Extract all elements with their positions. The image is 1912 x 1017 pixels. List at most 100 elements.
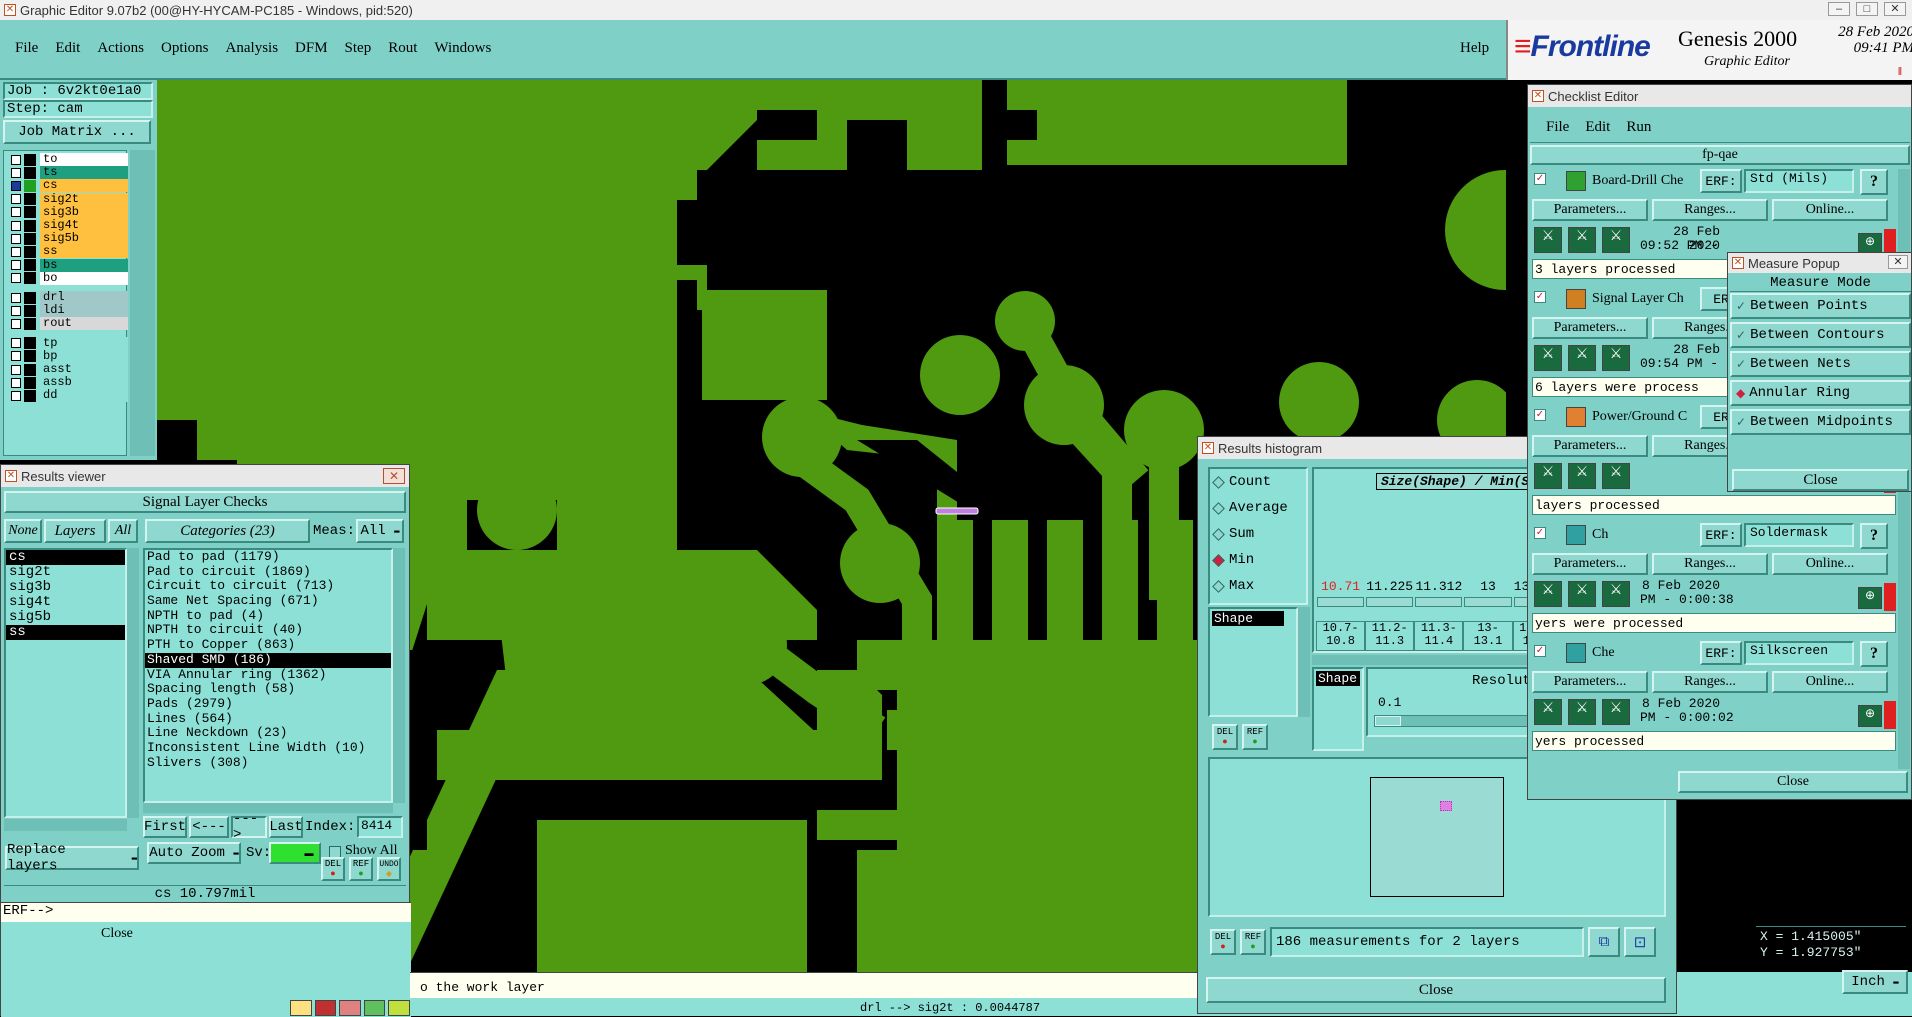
layer-checkbox[interactable] (11, 194, 21, 205)
minimize-button[interactable]: – (1828, 2, 1850, 16)
parameters-button[interactable]: Parameters... (1532, 435, 1648, 457)
mode-max-radio[interactable]: Max (1210, 573, 1306, 599)
layer-row-to[interactable]: to (8, 153, 128, 166)
layer-row-assb[interactable]: assb (8, 376, 128, 390)
run-action-icon[interactable]: ⚔ (1602, 699, 1630, 725)
sv-color-dropdown[interactable]: ▬ (269, 842, 321, 864)
layer-checkbox[interactable] (11, 273, 21, 284)
histogram-close-button[interactable]: Close (1206, 977, 1666, 1003)
checklist-menu-file[interactable]: File (1546, 119, 1569, 142)
shape-list[interactable]: Shape (1208, 607, 1298, 717)
run-action-icon[interactable]: ⚔ (1602, 463, 1630, 489)
measure-option-3[interactable]: ◆ Annular Ring (1730, 380, 1911, 406)
ref-button[interactable]: REF ● (349, 857, 373, 881)
layer-results-hscrollbar[interactable] (4, 819, 127, 831)
run-action-icon[interactable]: ⚔ (1602, 227, 1630, 253)
check-enabled-checkbox[interactable]: ✓ (1534, 645, 1546, 657)
help-menu[interactable]: Help (1460, 40, 1489, 57)
parameters-button[interactable]: Parameters... (1532, 671, 1648, 693)
measure-option-0[interactable]: ✓ Between Points (1730, 293, 1911, 319)
check-enabled-checkbox[interactable]: ✓ (1534, 291, 1546, 303)
menu-step[interactable]: Step (345, 40, 372, 57)
layer-row-bp[interactable]: bp (8, 349, 128, 363)
check-erf-value[interactable]: Soldermask (1744, 523, 1854, 547)
result-layer-item[interactable]: ss (6, 625, 125, 640)
menu-file[interactable]: File (15, 40, 38, 57)
check-erf-value[interactable]: Std (Mils) (1744, 169, 1854, 193)
category-item[interactable]: VIA Annular ring (1362) (145, 667, 391, 683)
category-item[interactable]: Spacing length (58) (145, 681, 391, 697)
menu-actions[interactable]: Actions (97, 40, 144, 57)
category-item[interactable]: Line Neckdown (23) (145, 726, 391, 741)
layer-checkbox[interactable] (11, 338, 21, 349)
ranges-button[interactable]: Ranges... (1652, 671, 1768, 693)
layer-row-drl[interactable]: drl (8, 291, 128, 304)
help-button[interactable]: ? (1860, 523, 1888, 549)
auto-zoom-dropdown[interactable]: Auto Zoom ▬ (147, 842, 241, 864)
menu-analysis[interactable]: Analysis (226, 40, 279, 57)
layer-list-scrollbar[interactable] (130, 150, 155, 456)
measure-close-button[interactable]: Close (1732, 469, 1909, 491)
layer-checkbox[interactable] (11, 207, 21, 218)
run-action-icon[interactable]: ⚔ (1602, 581, 1630, 607)
layer-checkbox[interactable] (11, 318, 21, 329)
run-action-icon[interactable]: ⚔ (1568, 227, 1596, 253)
online-button[interactable]: Online... (1772, 553, 1888, 575)
check-name[interactable]: Power/Ground C (1592, 409, 1687, 425)
run-action-icon[interactable]: ⚔ (1534, 227, 1562, 253)
layer-row-asst[interactable]: asst (8, 363, 128, 376)
ranges-button[interactable]: Ranges... (1652, 553, 1768, 575)
histogram-bin[interactable]: 11.2- 11.3 (1365, 621, 1415, 651)
zoom-fit-icon[interactable]: ⧉ (1588, 927, 1620, 957)
category-scrollbar[interactable] (393, 548, 405, 803)
layers-button[interactable]: Layers (44, 519, 106, 543)
run-action-icon[interactable]: ⚔ (1602, 345, 1630, 371)
layer-row-dd[interactable]: dd (8, 389, 128, 403)
check-enabled-checkbox[interactable]: ✓ (1534, 527, 1546, 539)
zoom-results-icon[interactable]: ⊕ (1858, 705, 1882, 727)
layer-checkbox[interactable] (11, 246, 21, 257)
result-layer-item[interactable]: sig2t (6, 565, 125, 580)
replace-layers-dropdown[interactable]: Replace layers ▬ (5, 842, 139, 874)
category-item[interactable]: Pad to circuit (1869) (145, 564, 391, 580)
check-enabled-checkbox[interactable]: ✓ (1534, 173, 1546, 185)
result-layer-item[interactable]: sig3b (6, 580, 125, 595)
layer-row-tp[interactable]: tp (8, 336, 128, 350)
preview-ref-button[interactable]: REF ● (1240, 929, 1266, 955)
job-matrix-button[interactable]: Job Matrix ... (3, 120, 151, 144)
shape-selector[interactable]: Shape (1312, 667, 1364, 751)
layer-checkbox[interactable] (11, 305, 21, 316)
histogram-ref-button[interactable]: REF ● (1242, 724, 1268, 750)
tool-icon-1[interactable] (290, 1000, 312, 1016)
del-button[interactable]: DEL ● (321, 857, 345, 881)
units-dropdown[interactable]: Inch ▬ (1842, 970, 1908, 994)
layer-checkbox[interactable] (11, 220, 21, 231)
menu-rout[interactable]: Rout (388, 40, 417, 57)
layer-results-scrollbar[interactable] (127, 548, 139, 818)
tool-icon-5[interactable] (388, 1000, 410, 1016)
layer-results-list[interactable]: cs sig2t sig3b sig4t sig5b ss (4, 548, 127, 818)
layer-checkbox[interactable] (11, 154, 21, 165)
category-item[interactable]: Lines (564) (145, 711, 391, 727)
layer-checkbox[interactable] (11, 167, 21, 178)
tool-icon-4[interactable] (363, 1000, 386, 1016)
category-item[interactable]: Circuit to circuit (713) (145, 579, 391, 594)
run-action-icon[interactable]: ⚔ (1568, 581, 1596, 607)
histogram-bar[interactable] (1366, 597, 1414, 607)
histogram-bin[interactable]: 10.7- 10.8 (1316, 621, 1366, 651)
all-button[interactable]: All (108, 519, 138, 543)
layer-checkbox[interactable] (11, 233, 21, 244)
histogram-bar[interactable] (1464, 597, 1512, 607)
menu-edit[interactable]: Edit (55, 40, 80, 57)
run-action-icon[interactable]: ⚔ (1534, 699, 1562, 725)
category-item[interactable]: PTH to Copper (863) (145, 637, 391, 653)
category-item[interactable]: NPTH to pad (4) (145, 608, 391, 624)
layer-row-ldi[interactable]: ldi (8, 304, 128, 318)
layer-checkbox[interactable] (11, 390, 21, 401)
histogram-bin[interactable]: 13- 13.1 (1463, 621, 1513, 651)
histogram-bin[interactable]: 11.3- 11.4 (1414, 621, 1464, 651)
menu-windows[interactable]: Windows (434, 40, 491, 57)
online-button[interactable]: Online... (1772, 671, 1888, 693)
check-enabled-checkbox[interactable]: ✓ (1534, 409, 1546, 421)
layer-checkbox[interactable] (11, 377, 21, 388)
